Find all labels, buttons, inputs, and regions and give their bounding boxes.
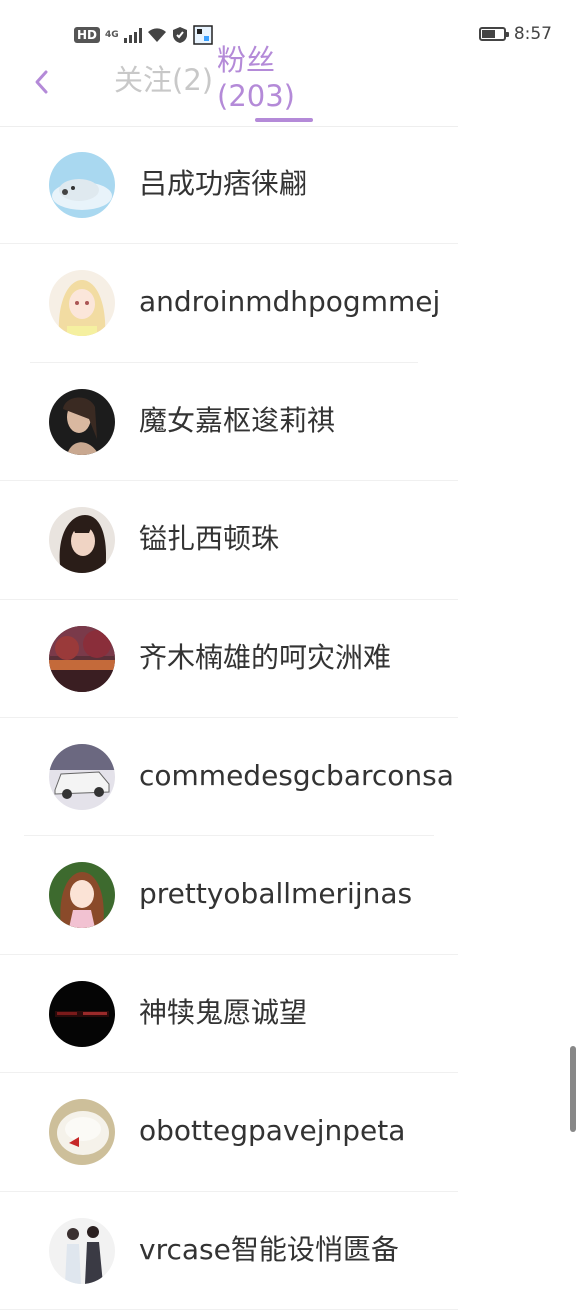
tab-following[interactable]: 关注(2)	[114, 62, 213, 98]
avatar[interactable]	[49, 507, 115, 574]
avatar[interactable]	[49, 1099, 115, 1166]
fan-name: prettyoballmerijnas	[139, 877, 413, 911]
network-type: 4G	[105, 29, 119, 40]
battery-icon	[478, 27, 509, 41]
hd-badge: HD	[74, 27, 101, 43]
fan-name: 齐木楠雄的呵灾洲难	[139, 640, 392, 674]
status-icons-right: 8:57	[478, 24, 552, 44]
active-tab-indicator	[255, 118, 313, 122]
avatar[interactable]	[49, 270, 115, 337]
fan-list-item[interactable]: 神犊鬼愿诚望	[0, 955, 576, 1074]
scrollbar[interactable]	[570, 1046, 576, 1132]
fan-list-item[interactable]: 吕成功痞徕翩	[0, 126, 576, 245]
fan-list-item[interactable]: 齐木楠雄的呵灾洲难	[0, 600, 576, 718]
fan-name: commedesgcbarconsa	[139, 758, 454, 792]
fan-list-item[interactable]: prettyoballmerijnas	[0, 836, 576, 955]
tab-fans[interactable]: 粉丝 (203)	[217, 42, 317, 114]
fan-name: 镒扎西顿珠	[139, 522, 280, 556]
avatar[interactable]	[49, 980, 115, 1047]
clock: 8:57	[513, 24, 552, 44]
chevron-left-icon	[35, 70, 48, 94]
back-button[interactable]	[30, 68, 52, 96]
fan-list-item[interactable]: vrcase智能设悄匮备	[0, 1192, 576, 1310]
signal-icon	[123, 27, 142, 43]
avatar[interactable]	[49, 862, 115, 929]
fan-name: obottegpavejnpeta	[139, 1114, 406, 1148]
fan-name: 神犊鬼愿诚望	[139, 995, 308, 1029]
fan-list-item[interactable]: 镒扎西顿珠	[0, 481, 576, 600]
fan-list-item[interactable]: 魔女嘉枢逡莉祺	[0, 363, 576, 482]
avatar[interactable]	[49, 625, 115, 692]
fan-name: 吕成功痞徕翩	[139, 167, 308, 200]
avatar[interactable]	[49, 1217, 115, 1284]
avatar[interactable]	[49, 743, 115, 810]
fan-list-item[interactable]: obottegpavejnpeta	[0, 1073, 576, 1192]
tab-fans-label: 粉丝	[217, 43, 276, 77]
fan-list-item[interactable]: commedesgcbarconsa	[0, 718, 576, 837]
avatar[interactable]	[49, 152, 115, 218]
fan-name: 魔女嘉枢逡莉祺	[139, 403, 336, 437]
avatar[interactable]	[49, 388, 115, 455]
fans-list: 吕成功痞徕翩 androinmdhpogmmej 魔女嘉枢逡莉祺 镒扎西顿珠齐木楠雄的…	[0, 126, 576, 1310]
fan-list-item[interactable]: androinmdhpogmmej	[0, 244, 576, 363]
wifi-icon	[147, 28, 166, 42]
fan-name: androinmdhpogmmej	[139, 285, 441, 319]
header: 关注(2) 粉丝 (203)	[0, 42, 576, 127]
fan-name: vrcase智能设悄匮备	[139, 1232, 399, 1266]
tab-fans-count: (203)	[217, 79, 295, 113]
